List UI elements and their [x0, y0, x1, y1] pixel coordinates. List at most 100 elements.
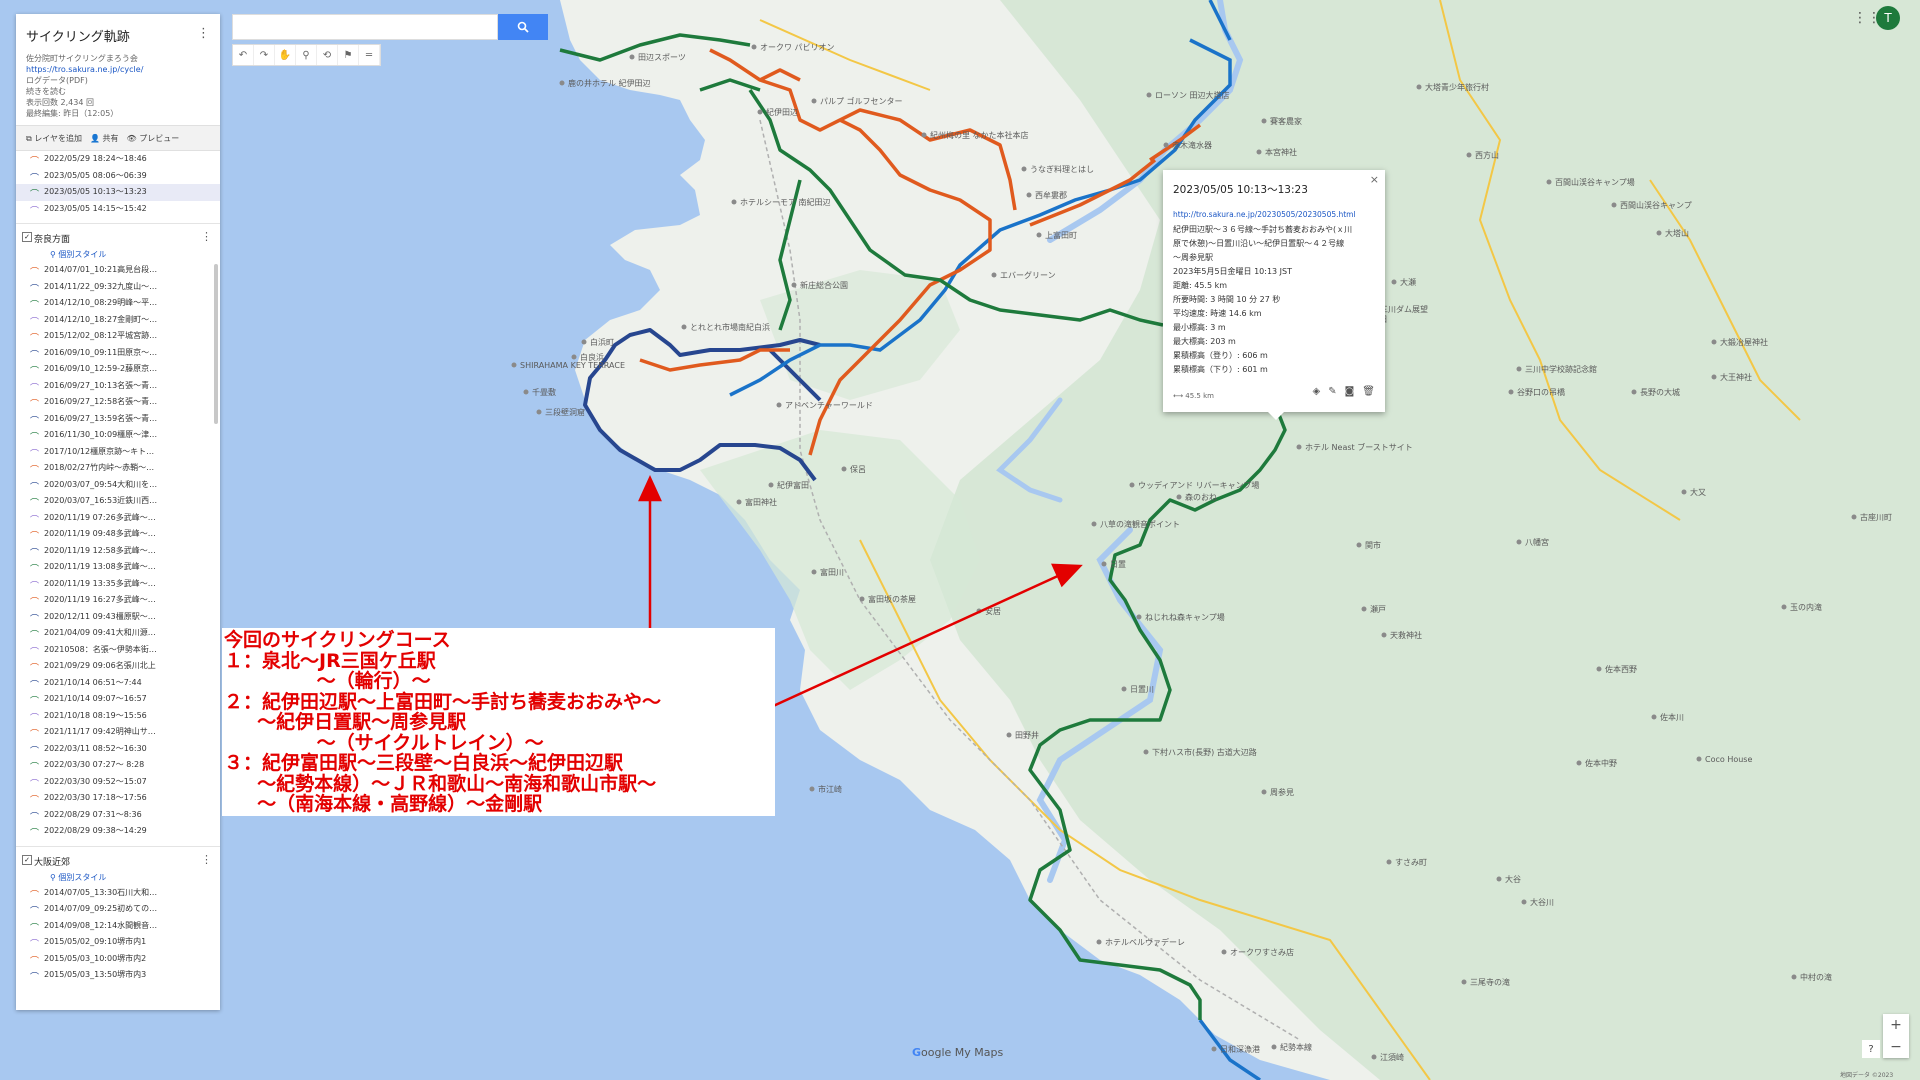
place-label[interactable]: オークワすさみ店 [1230, 947, 1294, 957]
add-layer-button[interactable]: ⧉ レイヤを追加 [26, 133, 82, 144]
track-item[interactable]: ⌒ 2022/03/30 07:27～ 8:28 [16, 757, 220, 774]
track-item[interactable]: ⌒ 2016/09/27_13:59名張～青… [16, 411, 220, 428]
place-pin-icon[interactable] [536, 409, 542, 415]
close-icon[interactable]: × [1370, 173, 1379, 186]
track-item[interactable]: ⌒ 2020/03/07_16:53近鉄川西… [16, 493, 220, 510]
place-label[interactable]: 西間山渓谷キャンプ [1620, 200, 1692, 210]
place-label[interactable]: 三川中学校跡記念館 [1525, 364, 1597, 374]
place-label[interactable]: 上富田町 [1045, 230, 1077, 240]
search-input[interactable] [233, 15, 497, 39]
zoom-in-button[interactable]: + [1883, 1014, 1909, 1036]
place-pin-icon[interactable] [1656, 230, 1662, 236]
place-pin-icon[interactable] [1221, 949, 1227, 955]
place-label[interactable]: 富田坂の茶屋 [868, 594, 916, 604]
track-item[interactable]: ⌒ 2021/09/29 09:06名張川北上 [16, 658, 220, 675]
camera-icon[interactable]: ◙ [1345, 386, 1355, 397]
meta-line[interactable]: https://tro.sakura.ne.jp/cycle/ [26, 64, 210, 75]
place-pin-icon[interactable] [1271, 1044, 1277, 1050]
track-item[interactable]: ⌒ 2020/11/19 09:48多武峰～… [16, 526, 220, 543]
place-pin-icon[interactable] [1143, 749, 1149, 755]
layer-checkbox[interactable]: ✓ [22, 232, 32, 242]
place-pin-icon[interactable] [1596, 666, 1602, 672]
place-pin-icon[interactable] [1681, 489, 1687, 495]
place-label[interactable]: 白浜町 [590, 337, 614, 347]
place-pin-icon[interactable] [1176, 494, 1182, 500]
place-label[interactable]: 中村の滝 [1800, 972, 1832, 982]
delete-icon[interactable]: 🗑 [1362, 386, 1375, 397]
track-item[interactable]: ⌒ 2023/05/05 08:06～06:39 [16, 168, 220, 185]
place-pin-icon[interactable] [1791, 974, 1797, 980]
place-pin-icon[interactable] [571, 354, 577, 360]
place-pin-icon[interactable] [1101, 561, 1107, 567]
track-item[interactable]: ⌒ 2020/11/19 12:58多武峰～… [16, 543, 220, 560]
place-label[interactable]: 大瀬 [1400, 277, 1416, 287]
place-pin-icon[interactable] [1516, 539, 1522, 545]
place-label[interactable]: 下村ハス市(長野) 古道大辺路 [1152, 747, 1257, 757]
place-label[interactable]: 紀伊田辺 [766, 107, 798, 117]
search-box[interactable] [232, 14, 498, 40]
place-label[interactable]: アドベンチャーワールド [785, 401, 873, 410]
track-item[interactable]: ⌒ 2020/11/19 16:27多武峰～… [16, 592, 220, 609]
place-label[interactable]: 八草の滝観音ポイント [1100, 519, 1180, 529]
layer-style-link[interactable]: ⚲ 個別スタイル [16, 870, 220, 885]
place-pin-icon[interactable] [1516, 366, 1522, 372]
track-item[interactable]: ⌒ 2021/11/17 09:42明神山サ… [16, 724, 220, 741]
track-item[interactable]: ⌒ 2023/05/05 10:13～13:23 [16, 184, 220, 201]
place-label[interactable]: 保呂 [850, 464, 866, 474]
place-pin-icon[interactable] [731, 199, 737, 205]
place-pin-icon[interactable] [523, 389, 529, 395]
track-item[interactable]: ⌒ 2014/09/08_12:14水間観音… [16, 918, 220, 935]
place-pin-icon[interactable] [1496, 876, 1502, 882]
place-label[interactable]: 谷野口の吊橋 [1517, 387, 1565, 397]
place-pin-icon[interactable] [1696, 756, 1702, 762]
place-pin-icon[interactable] [811, 569, 817, 575]
place-pin-icon[interactable] [1361, 606, 1367, 612]
place-label[interactable]: とれとれ市場南紀白浜 [690, 322, 770, 332]
share-button[interactable]: 👤 共有 [90, 133, 119, 144]
place-label[interactable]: ローソン 田辺大塔店 [1155, 90, 1230, 100]
place-pin-icon[interactable] [1121, 686, 1127, 692]
search-button[interactable] [498, 14, 548, 40]
place-label[interactable]: 市江崎 [818, 784, 842, 794]
track-item[interactable]: ⌒ 2014/07/09_09:25初めての… [16, 901, 220, 918]
place-pin-icon[interactable] [1416, 84, 1422, 90]
track-item[interactable]: ⌒ 2023/05/05 14:15～15:42 [16, 201, 220, 218]
place-label[interactable]: 大谷 [1505, 874, 1521, 884]
track-item[interactable]: ⌒ 2022/03/11 08:52～16:30 [16, 741, 220, 758]
place-pin-icon[interactable] [1576, 760, 1582, 766]
place-pin-icon[interactable] [791, 282, 797, 288]
place-pin-icon[interactable] [1391, 279, 1397, 285]
place-label[interactable]: 八幡宮 [1525, 537, 1549, 547]
place-label[interactable]: 田辺スポーツ [638, 53, 686, 62]
redo-icon[interactable]: ↷ [254, 45, 275, 65]
place-pin-icon[interactable] [1651, 714, 1657, 720]
map-canvas[interactable]: 田辺スポーツ オークワ パビリオン鹿の井ホテル 紀伊田辺紀伊田辺 パルプ ゴルフセン… [0, 0, 1920, 1080]
place-pin-icon[interactable] [1508, 389, 1514, 395]
place-label[interactable]: 江須崎 [1380, 1052, 1404, 1062]
place-label[interactable]: ホテルベルヴァデーレ [1105, 937, 1185, 947]
place-label[interactable]: 富田神社 [745, 497, 777, 507]
layer-options-icon[interactable]: ⋮ [201, 853, 212, 866]
place-pin-icon[interactable] [1026, 192, 1032, 198]
place-label[interactable]: 佐本川 [1660, 712, 1684, 722]
place-pin-icon[interactable] [1371, 1054, 1377, 1060]
track-item[interactable]: ⌒ 2020/11/19 13:35多武峰～… [16, 576, 220, 593]
track-item[interactable]: ⌒ 2022/08/29 09:38～14:29 [16, 823, 220, 840]
track-item[interactable]: ⌒ 2016/09/27_10:13名張～青… [16, 378, 220, 395]
place-pin-icon[interactable] [921, 132, 927, 138]
place-label[interactable]: エバーグリーン [1000, 270, 1056, 280]
place-label[interactable]: 大鍛冶屋神社 [1720, 337, 1768, 347]
place-label[interactable]: うなぎ料理とはし [1030, 164, 1094, 174]
place-label[interactable]: すさみ町 [1395, 858, 1427, 867]
track-item[interactable]: ⌒ 2022/03/30 09:52～15:07 [16, 774, 220, 791]
place-label[interactable]: ホテルシーモア 南紀田辺 [740, 197, 831, 207]
help-icon[interactable]: ? [1862, 1040, 1880, 1058]
track-item[interactable]: ⌒ 2014/07/01_10:21高見台段… [16, 262, 220, 279]
place-pin-icon[interactable] [751, 44, 757, 50]
place-label[interactable]: パルプ ゴルフセンター [820, 96, 903, 106]
place-label[interactable]: オークワ パビリオン [760, 43, 835, 52]
place-pin-icon[interactable] [841, 466, 847, 472]
place-pin-icon[interactable] [511, 362, 517, 368]
place-label[interactable]: 白良浜 [580, 352, 604, 362]
place-label[interactable]: 長野の大城 [1640, 387, 1680, 397]
